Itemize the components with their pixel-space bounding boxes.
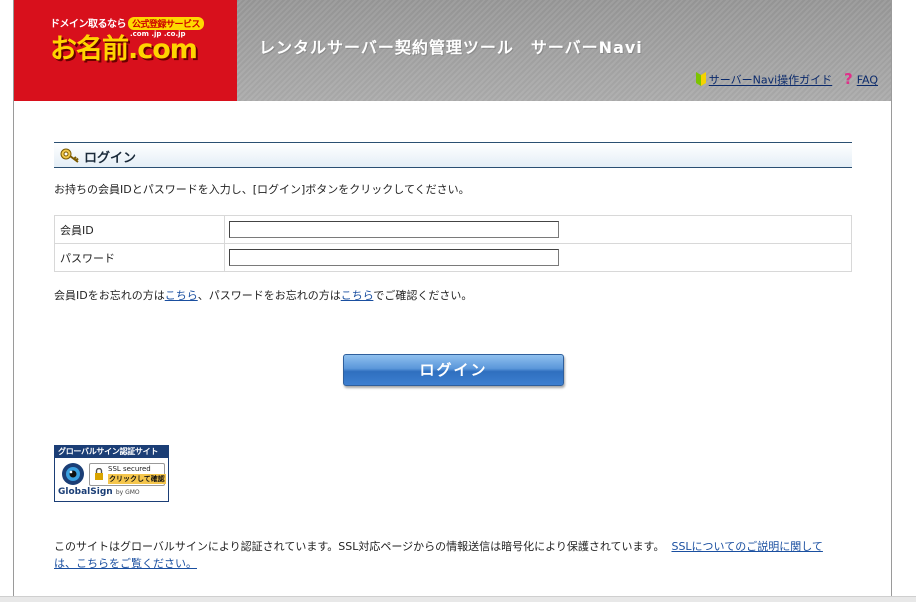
onamae-logo[interactable]: ドメイン取るなら 公式登録サービス お名前.com .com .jp .co.jp — [14, 0, 237, 101]
ssl-secured-box: SSL secured クリックして確認 — [89, 463, 166, 486]
password-input[interactable] — [229, 249, 559, 266]
seal-title: グローバルサイン認証サイト — [55, 446, 168, 458]
member-id-input[interactable] — [229, 221, 559, 238]
login-form-table: 会員ID パスワード — [54, 215, 852, 272]
login-button[interactable]: ログイン — [343, 354, 564, 386]
eye-icon — [61, 462, 85, 489]
key-icon — [59, 145, 81, 168]
click-to-verify-text: クリックして確認 — [108, 474, 166, 484]
app-title: レンタルサーバー契約管理ツール サーバーNavi — [259, 38, 643, 57]
svg-text:?: ? — [844, 71, 853, 87]
header-links: サーバーNavi操作ガイド ? FAQ — [695, 70, 878, 90]
login-instruction: お持ちの会員IDとパスワードを入力し、[ログイン]ボタンをクリックしてください。 — [54, 183, 470, 196]
ssl-secured-text: SSL secured — [108, 465, 151, 473]
page-frame: ドメイン取るなら 公式登録サービス お名前.com .com .jp .co.jp… — [13, 0, 892, 601]
member-id-cell — [224, 215, 852, 244]
password-label: パスワード — [54, 243, 225, 272]
section-title: ログイン — [84, 151, 137, 166]
header-banner: レンタルサーバー契約管理ツール サーバーNavi サーバーNavi操作ガイド ?… — [237, 0, 891, 101]
faq-link[interactable]: FAQ — [857, 74, 878, 87]
ssl-notice: このサイトはグローバルサインにより認証されています。SSL対応ページからの情報送… — [54, 540, 823, 570]
member-id-label: 会員ID — [54, 215, 225, 244]
beginner-mark-icon — [695, 71, 707, 90]
question-icon: ? — [843, 70, 855, 90]
logo-domains: .com .jp .co.jp — [130, 30, 186, 38]
lock-icon — [94, 467, 104, 480]
password-cell — [224, 243, 852, 272]
forgot-password-link[interactable]: こちら — [341, 289, 374, 302]
member-id-row: 会員ID — [54, 215, 852, 244]
forgot-credentials-text: 会員IDをお忘れの方はこちら、パスワードをお忘れの方はこちらでご確認ください。 — [54, 289, 473, 302]
globalsign-seal[interactable]: グローバルサイン認証サイト SSL secured クリックして確認 Globa… — [54, 445, 169, 502]
forgot-id-link[interactable]: こちら — [165, 289, 198, 302]
password-row: パスワード — [54, 243, 852, 272]
login-section-header: ログイン — [54, 142, 852, 168]
globalsign-brand: GlobalSign by GMO — [58, 487, 140, 497]
bottom-rule — [0, 596, 916, 602]
header: ドメイン取るなら 公式登録サービス お名前.com .com .jp .co.jp… — [14, 0, 891, 101]
guide-link[interactable]: サーバーNavi操作ガイド — [709, 74, 832, 87]
